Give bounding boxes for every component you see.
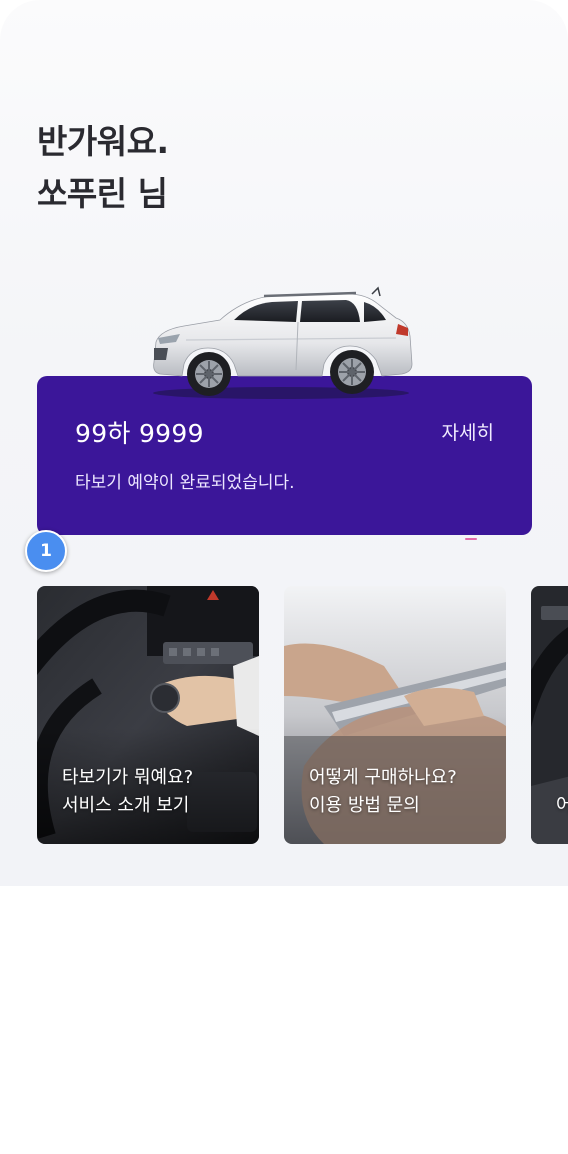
tile-caption: 어떻게 구매하나요? 이용 방법 문의 — [309, 764, 457, 820]
tile-caption: 어 — [556, 792, 568, 820]
suv-car-image — [153, 286, 413, 399]
tile-caption: 타보기가 뭐예요? 서비스 소개 보기 — [62, 764, 193, 820]
how-to-buy-card[interactable]: 어떻게 구매하나요? 이용 방법 문의 — [284, 586, 506, 844]
detail-button[interactable]: 자세히 — [442, 418, 494, 445]
service-intro-card[interactable]: 타보기가 뭐예요? 서비스 소개 보기 — [37, 586, 259, 844]
home-screen: 반가워요. 쏘푸린 님 99하 9999 자세히 타보기 예약이 완료되었습니다… — [0, 0, 568, 1154]
plate-number: 99하 9999 — [75, 419, 204, 448]
step-badge: 1 — [25, 530, 67, 572]
page-indicator — [465, 538, 477, 540]
greeting-line-1: 반가워요. — [37, 122, 169, 161]
tile-subtitle: 이용 방법 문의 — [309, 795, 420, 816]
tile-title: 타보기가 뭐예요? — [62, 767, 194, 788]
tile-title: 어떻게 구매하나요? — [309, 767, 457, 788]
reservation-status: 타보기 예약이 완료되었습니다. — [75, 473, 295, 493]
tile-title: 어 — [556, 795, 568, 816]
greeting-title: 반가워요. 쏘푸린 님 — [37, 116, 169, 220]
third-info-card[interactable]: 어 — [531, 586, 568, 844]
greeting-line-2: 쏘푸린 님 — [37, 174, 168, 213]
tile-subtitle: 서비스 소개 보기 — [62, 795, 190, 816]
